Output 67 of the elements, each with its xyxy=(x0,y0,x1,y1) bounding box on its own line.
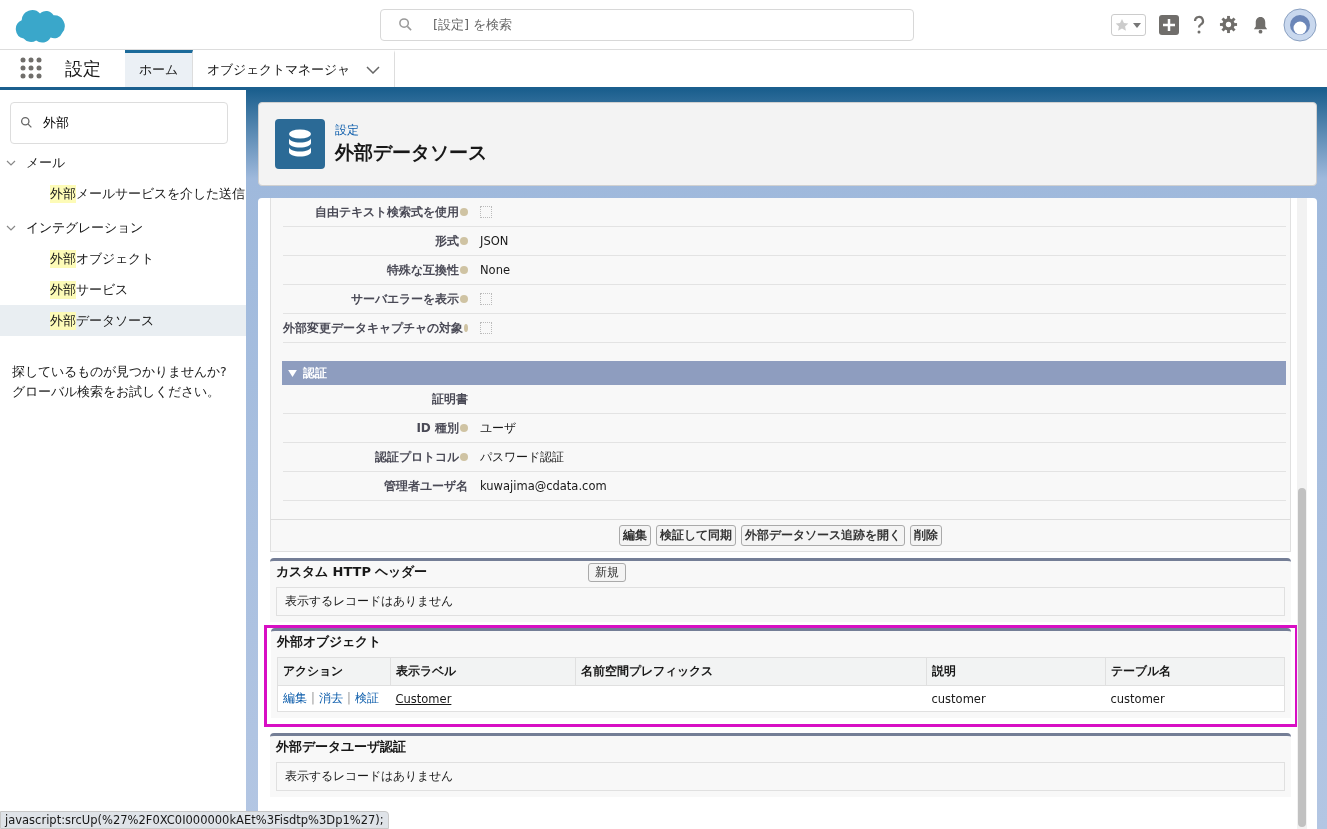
column-header: 名前空間プレフィックス xyxy=(575,657,927,686)
separator: | xyxy=(311,691,315,705)
tree-item[interactable]: 外部データソース xyxy=(0,305,246,336)
nav-tab[interactable]: ホーム xyxy=(125,50,193,87)
star-icon xyxy=(1115,17,1129,32)
tree-item[interactable]: 外部オブジェクト xyxy=(0,243,246,274)
database-icon xyxy=(275,119,325,169)
new-button[interactable]: 新規 xyxy=(588,562,626,582)
field-label: 特殊な互換性 xyxy=(387,261,459,279)
table-cell: customer xyxy=(931,691,986,706)
field-value: JSON xyxy=(480,234,509,248)
tree-item[interactable]: 外部サービス xyxy=(0,274,246,305)
record-link[interactable]: Customer xyxy=(395,691,452,706)
empty-message: 表示するレコードはありません xyxy=(276,762,1285,791)
action-button[interactable]: 削除 xyxy=(910,525,942,546)
column-header: テーブル名 xyxy=(1105,657,1285,686)
field-label: サーバエラーを表示 xyxy=(351,290,459,308)
avatar-icon[interactable] xyxy=(1283,7,1317,42)
field-value: パスワード認証 xyxy=(480,449,564,465)
action-link[interactable]: 検証 xyxy=(354,691,379,705)
field-label: 形式 xyxy=(435,232,459,250)
field-value: None xyxy=(480,263,510,277)
help-icon[interactable] xyxy=(1192,14,1206,35)
search-icon xyxy=(398,16,413,32)
column-header: 説明 xyxy=(926,657,1106,686)
field-label: 自由テキスト検索式を使用 xyxy=(315,203,459,221)
breadcrumb-link[interactable]: 設定 xyxy=(335,122,487,138)
app-launcher-icon[interactable] xyxy=(20,57,42,79)
tree-group[interactable]: インテグレーション xyxy=(0,213,246,243)
settings-icon[interactable] xyxy=(1219,15,1238,34)
hint-text: 探しているものが見つかりませんか? グローバル検索をお試しください。 xyxy=(12,363,228,401)
separator: | xyxy=(346,691,351,705)
field-label: 認証プロトコル xyxy=(375,448,459,466)
related-list-title: 外部オブジェクト xyxy=(277,633,382,651)
chevron-icon xyxy=(6,160,16,166)
chevron-down-icon[interactable] xyxy=(366,66,380,74)
action-button[interactable]: 外部データソース追跡を開く xyxy=(741,525,905,546)
action-link[interactable]: 編集 xyxy=(283,691,307,705)
table-cell: customer xyxy=(1110,691,1165,706)
field-label: 外部変更データキャプチャの対象 xyxy=(283,319,463,337)
related-list-title: 外部データユーザ認証 xyxy=(276,738,407,756)
search-field[interactable]: [設定] を検索 xyxy=(380,8,914,41)
favorites-button[interactable] xyxy=(1111,13,1146,36)
search-icon xyxy=(20,116,33,129)
field-value: ユーザ xyxy=(480,420,516,436)
bell-icon[interactable] xyxy=(1251,15,1270,34)
action-button[interactable]: 検証して同期 xyxy=(656,525,736,546)
quick-find-field[interactable]: 外部 xyxy=(10,102,228,144)
status-bar-url: javascript:srcUp(%27%2F0XC0I000000kAEt%3Fisdtp%3Dp1%27); xyxy=(0,811,389,829)
related-list-title: カスタム HTTP ヘッダー xyxy=(276,563,429,581)
triangle-icon xyxy=(288,369,297,377)
field-value: kuwajima@cdata.com xyxy=(480,479,607,493)
plus-icon[interactable] xyxy=(1159,14,1179,35)
app-name: 設定 xyxy=(65,57,101,81)
chevron-icon xyxy=(6,225,16,231)
action-link[interactable]: 消去 xyxy=(318,691,343,705)
tree-group[interactable]: メール xyxy=(0,148,246,178)
column-header: 表示ラベル xyxy=(390,657,576,686)
nav-tab[interactable]: オブジェクトマネージャ xyxy=(193,50,395,87)
field-label: ID 種別 xyxy=(416,419,459,437)
tree-item[interactable]: 外部メールサービスを介した送信 xyxy=(0,178,246,209)
page-title: 外部データソース xyxy=(335,139,487,165)
empty-message: 表示するレコードはありません xyxy=(276,587,1285,616)
column-header: アクション xyxy=(277,657,391,686)
action-button[interactable]: 編集 xyxy=(619,525,651,546)
field-label: 管理者ユーザ名 xyxy=(384,477,468,495)
field-label: 証明書 xyxy=(432,390,468,408)
